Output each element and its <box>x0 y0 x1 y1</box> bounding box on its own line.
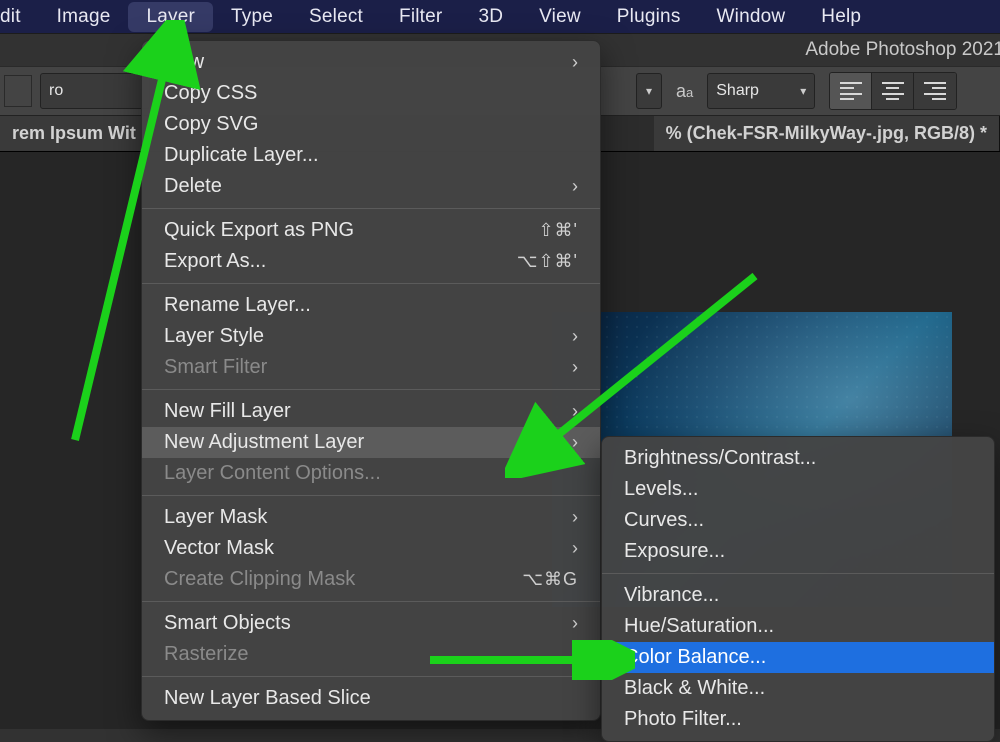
align-group <box>829 72 957 110</box>
chevron-right-icon: › <box>554 507 578 528</box>
menu-item-label: New Fill Layer <box>164 400 291 423</box>
submenu-item[interactable]: Levels... <box>602 474 994 505</box>
chevron-right-icon: › <box>554 432 578 453</box>
submenu-item-label: Black & White... <box>624 677 765 700</box>
menu-window[interactable]: Window <box>699 2 804 32</box>
submenu-item-label: Curves... <box>624 509 704 532</box>
menu-item-label: Layer Mask <box>164 506 267 529</box>
menu-item-label: Layer Style <box>164 325 264 348</box>
submenu-item[interactable]: Brightness/Contrast... <box>602 443 994 474</box>
menu-item[interactable]: Copy CSS <box>142 78 600 109</box>
anti-alias-label: Sharp <box>716 82 759 100</box>
submenu-item-label: Vibrance... <box>624 584 719 607</box>
menu-item-label: Create Clipping Mask <box>164 568 355 591</box>
submenu-item-label: Brightness/Contrast... <box>624 447 816 470</box>
menu-item-label: Quick Export as PNG <box>164 219 354 242</box>
chevron-down-icon: ▾ <box>646 84 652 98</box>
menu-item-label: Smart Objects <box>164 612 291 635</box>
menu-item-label: Copy CSS <box>164 82 257 105</box>
layer-menu: New › Copy CSS Copy SVG Duplicate Layer... De… <box>141 40 601 721</box>
chevron-right-icon: › <box>554 357 578 378</box>
submenu-item[interactable]: Black & White... <box>602 673 994 704</box>
submenu-item[interactable]: Vibrance... <box>602 580 994 611</box>
submenu-item[interactable]: Curves... <box>602 505 994 536</box>
menu-plugins[interactable]: Plugins <box>599 2 699 32</box>
menu-shortcut: ⌥⌘G <box>522 569 578 590</box>
menu-item[interactable]: New › <box>142 47 600 78</box>
menu-3d[interactable]: 3D <box>460 2 521 32</box>
align-center-button[interactable] <box>872 73 914 109</box>
menu-filter[interactable]: Filter <box>381 2 460 32</box>
menu-item: Layer Content Options... <box>142 458 600 489</box>
menu-item[interactable]: New Adjustment Layer › <box>142 427 600 458</box>
menu-item-label: Duplicate Layer... <box>164 144 319 167</box>
menu-shortcut: ⌥⇧⌘' <box>517 251 578 272</box>
menu-item-label: Rasterize <box>164 643 248 666</box>
menu-item: Rasterize › <box>142 639 600 670</box>
app-title: Adobe Photoshop 2021 <box>805 39 1000 61</box>
menu-item[interactable]: Layer Style › <box>142 321 600 352</box>
font-select[interactable]: ro <box>40 73 150 109</box>
menu-item[interactable]: Rename Layer... <box>142 290 600 321</box>
submenu-item-label: Hue/Saturation... <box>624 615 774 638</box>
submenu-item[interactable]: Exposure... <box>602 536 994 567</box>
menu-item-label: Vector Mask <box>164 537 274 560</box>
chevron-right-icon: › <box>554 538 578 559</box>
menu-layer[interactable]: Layer <box>128 2 213 32</box>
chevron-right-icon: › <box>554 644 578 665</box>
menu-item-label: Copy SVG <box>164 113 258 136</box>
align-left-button[interactable] <box>830 73 872 109</box>
menu-item-label: New Adjustment Layer <box>164 431 364 454</box>
menu-item: Create Clipping Mask ⌥⌘G <box>142 564 600 595</box>
chevron-right-icon: › <box>554 326 578 347</box>
menu-item[interactable]: Quick Export as PNG ⇧⌘' <box>142 215 600 246</box>
chevron-right-icon: › <box>554 613 578 634</box>
menu-edit[interactable]: dit <box>0 2 39 32</box>
menu-image[interactable]: Image <box>39 2 129 32</box>
submenu-item-label: Color Balance... <box>624 646 766 669</box>
menu-item[interactable]: Smart Objects › <box>142 608 600 639</box>
align-right-button[interactable] <box>914 73 956 109</box>
menu-item-label: New Layer Based Slice <box>164 687 371 710</box>
chevron-down-icon: ▾ <box>800 84 806 98</box>
menu-help[interactable]: Help <box>803 2 879 32</box>
submenu-item-label: Exposure... <box>624 540 725 563</box>
menu-shortcut: ⇧⌘' <box>538 220 578 241</box>
menu-item: Smart Filter › <box>142 352 600 383</box>
tool-swatch[interactable] <box>4 75 32 107</box>
submenu-item[interactable]: Photo Filter... <box>602 704 994 735</box>
submenu-item-label: Photo Filter... <box>624 708 742 731</box>
menu-item-label: Delete <box>164 175 222 198</box>
chevron-right-icon: › <box>554 176 578 197</box>
menu-item-label: Smart Filter <box>164 356 267 379</box>
menu-item[interactable]: Export As... ⌥⇧⌘' <box>142 246 600 277</box>
menu-item-label: Export As... <box>164 250 266 273</box>
menu-item[interactable]: Vector Mask › <box>142 533 600 564</box>
menu-item-label: Rename Layer... <box>164 294 311 317</box>
menu-item[interactable]: Duplicate Layer... <box>142 140 600 171</box>
menu-item[interactable]: Layer Mask › <box>142 502 600 533</box>
menu-item[interactable]: Delete › <box>142 171 600 202</box>
menu-item[interactable]: Copy SVG <box>142 109 600 140</box>
document-tab-right[interactable]: % (Chek-FSR-MilkyWay-.jpg, RGB/8) * <box>654 116 1000 151</box>
chevron-right-icon: › <box>554 52 578 73</box>
menu-select[interactable]: Select <box>291 2 381 32</box>
document-tab-left[interactable]: rem Ipsum Wit <box>0 116 149 151</box>
menu-view[interactable]: View <box>521 2 599 32</box>
chevron-right-icon: › <box>554 401 578 422</box>
anti-alias-select[interactable]: Sharp ▾ <box>707 73 815 109</box>
menu-item[interactable]: New Fill Layer › <box>142 396 600 427</box>
size-dropdown[interactable]: ▾ <box>636 73 662 109</box>
submenu-item[interactable]: Hue/Saturation... <box>602 611 994 642</box>
menu-item[interactable]: New Layer Based Slice <box>142 683 600 714</box>
menu-type[interactable]: Type <box>213 2 291 32</box>
menubar: dit Image Layer Type Select Filter 3D Vi… <box>0 0 1000 33</box>
submenu-item[interactable]: Color Balance... <box>602 642 994 673</box>
submenu-item-label: Levels... <box>624 478 698 501</box>
anti-alias-icon: aa <box>676 81 693 102</box>
menu-item-label: Layer Content Options... <box>164 462 381 485</box>
adjustment-submenu: Brightness/Contrast... Levels... Curves...… <box>601 436 995 742</box>
menu-item-label: New <box>164 51 204 74</box>
